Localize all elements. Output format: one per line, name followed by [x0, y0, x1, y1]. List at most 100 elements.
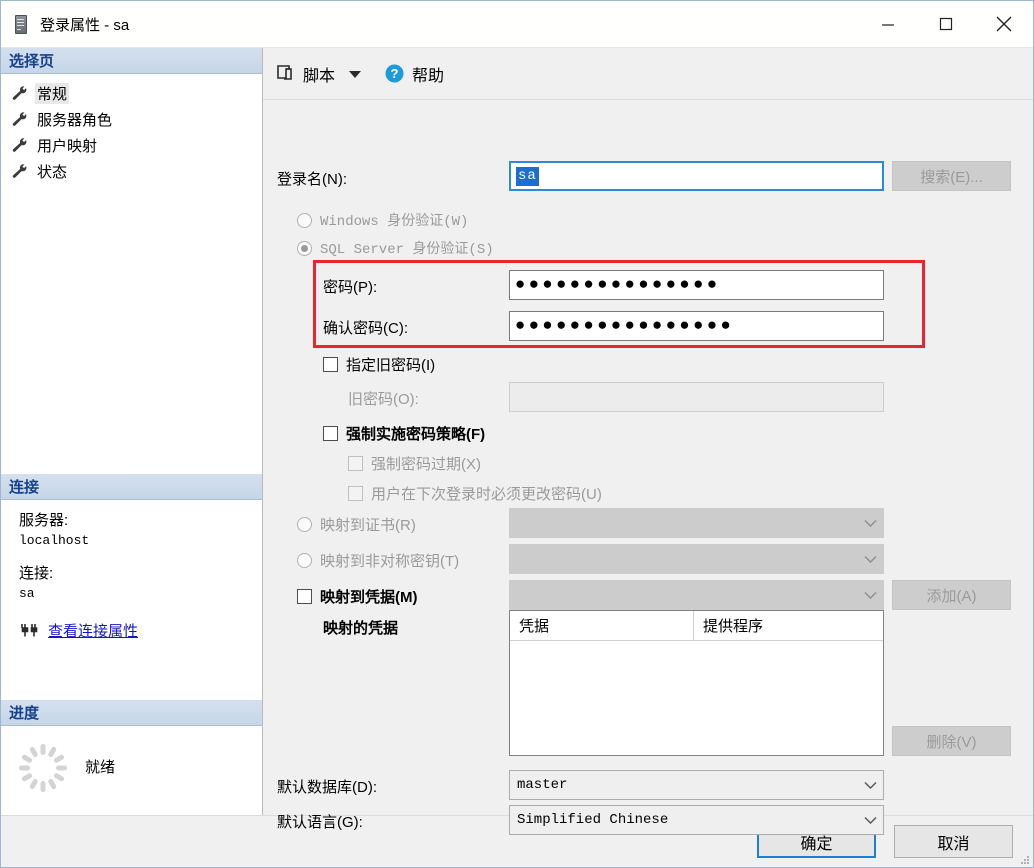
- map-certificate-radio[interactable]: [297, 517, 312, 532]
- chevron-down-icon: [864, 519, 877, 527]
- grid-col-credential: 凭据: [510, 611, 694, 640]
- map-credential-checkbox[interactable]: [297, 589, 312, 604]
- confirm-password-input[interactable]: ●●●●●●●●●●●●●●●●: [509, 311, 884, 341]
- windows-auth-radio[interactable]: [297, 212, 312, 228]
- old-password-input[interactable]: [509, 382, 884, 412]
- view-connection-properties-link[interactable]: 查看连接属性: [48, 620, 138, 641]
- sidebar-item-label: 用户映射: [37, 137, 98, 155]
- old-password-label-row: 旧密码(O):: [348, 388, 419, 409]
- enforce-expiration-row[interactable]: 强制密码过期(X): [348, 453, 481, 474]
- must-change-password-label: 用户在下次登录时必须更改密码(U): [371, 486, 602, 503]
- title-bar: 登录属性 - sa: [1, 1, 1033, 48]
- connection-value: sa: [19, 586, 35, 601]
- general-page-form: 登录名(N): sa 搜索(E)... Windows 身份验证(W) SQL …: [263, 100, 1033, 835]
- sidebar-item-server-roles[interactable]: 服务器角色: [1, 106, 262, 132]
- chevron-down-icon[interactable]: [349, 71, 362, 78]
- enforce-policy-row[interactable]: 强制实施密码策略(F): [323, 423, 485, 444]
- select-page-header: 选择页: [1, 48, 262, 74]
- chevron-down-icon: [864, 591, 877, 599]
- enforce-password-expiration-label: 强制密码过期(X): [371, 456, 481, 473]
- password-label-row: 密码(P):: [323, 276, 377, 297]
- main-panel: 脚本 ? 帮助 登录名(N): sa 搜索(E)... Windows 身份验证…: [263, 48, 1033, 835]
- mapped-credentials-grid[interactable]: 凭据 提供程序: [509, 610, 884, 756]
- login-properties-dialog: 登录属性 - sa 选择页 常规 服务器角色 用户映射 状态 连接 服务器: l…: [0, 0, 1034, 868]
- map-certificate-combo[interactable]: [509, 508, 884, 538]
- sidebar-item-label: 常规: [35, 82, 70, 104]
- sql-auth-label: SQL Server 身份验证(S): [320, 242, 494, 258]
- password-input[interactable]: ●●●●●●●●●●●●●●●: [509, 270, 884, 300]
- sidebar-item-status[interactable]: 状态: [1, 158, 262, 184]
- map-asymmetric-key-combo[interactable]: [509, 544, 884, 574]
- cancel-button[interactable]: 取消: [894, 825, 1013, 858]
- script-button[interactable]: 脚本: [275, 62, 362, 86]
- minimize-button[interactable]: [859, 1, 917, 48]
- toolbar: 脚本 ? 帮助: [263, 48, 1033, 100]
- search-button[interactable]: 搜索(E)...: [892, 161, 1011, 191]
- progress-header: 进度: [1, 700, 262, 726]
- login-name-label: 登录名(N):: [277, 171, 347, 188]
- confirm-password-label: 确认密码(C):: [323, 320, 408, 337]
- dialog-body: 选择页 常规 服务器角色 用户映射 状态 连接 服务器: localhost 连…: [1, 48, 1033, 835]
- map-certificate-row[interactable]: 映射到证书(R): [297, 514, 416, 535]
- script-label: 脚本: [303, 67, 336, 85]
- resize-grip-icon[interactable]: [1020, 855, 1030, 865]
- chevron-down-icon: [864, 816, 877, 824]
- password-value: ●●●●●●●●●●●●●●●: [515, 275, 721, 295]
- enforce-password-expiration-checkbox[interactable]: [348, 456, 363, 471]
- password-label: 密码(P):: [323, 279, 378, 296]
- progress-status: 就绪: [85, 759, 116, 776]
- sql-auth-radio[interactable]: [297, 240, 312, 256]
- maximize-button[interactable]: [917, 1, 975, 48]
- sidebar: 选择页 常规 服务器角色 用户映射 状态 连接 服务器: localhost 连…: [1, 48, 263, 815]
- sidebar-item-label: 服务器角色: [37, 111, 113, 129]
- window-controls: [859, 1, 1033, 48]
- specify-old-password-row[interactable]: 指定旧密码(I): [323, 354, 435, 375]
- map-asymmetric-key-row[interactable]: 映射到非对称密钥(T): [297, 550, 459, 571]
- map-certificate-label: 映射到证书(R): [320, 517, 416, 534]
- map-asymmetric-key-label: 映射到非对称密钥(T): [320, 553, 460, 570]
- map-credential-combo[interactable]: [509, 580, 884, 610]
- sidebar-item-user-mapping[interactable]: 用户映射: [1, 132, 262, 158]
- sql-auth-radio-row[interactable]: SQL Server 身份验证(S): [297, 238, 494, 258]
- grid-col-provider: 提供程序: [703, 618, 764, 635]
- default-language-combo[interactable]: Simplified Chinese: [509, 805, 884, 835]
- specify-old-password-checkbox[interactable]: [323, 357, 338, 372]
- login-name-label-row: 登录名(N):: [277, 168, 347, 189]
- windows-auth-label: Windows 身份验证(W): [320, 214, 469, 230]
- enforce-password-policy-label: 强制实施密码策略(F): [346, 426, 486, 443]
- chevron-down-icon: [864, 555, 877, 563]
- must-change-password-checkbox[interactable]: [348, 486, 363, 501]
- default-language-value: Simplified Chinese: [517, 812, 669, 828]
- svg-text:?: ?: [391, 66, 399, 81]
- page-list: 常规 服务器角色 用户映射 状态: [1, 74, 262, 474]
- enforce-password-policy-checkbox[interactable]: [323, 426, 338, 441]
- server-label: 服务器:: [19, 512, 69, 529]
- confirm-password-value: ●●●●●●●●●●●●●●●●: [515, 316, 735, 336]
- remove-credential-button[interactable]: 删除(V): [892, 726, 1011, 756]
- wrench-icon: [12, 138, 27, 152]
- mapped-credentials-label: 映射的凭据: [323, 620, 399, 637]
- add-credential-button[interactable]: 添加(A): [892, 580, 1011, 610]
- map-credential-row[interactable]: 映射到凭据(M): [297, 586, 418, 607]
- default-database-combo[interactable]: master: [509, 770, 884, 800]
- plug-icon: [21, 624, 38, 637]
- old-password-label: 旧密码(O):: [348, 391, 419, 408]
- close-button[interactable]: [975, 1, 1033, 48]
- must-change-row[interactable]: 用户在下次登录时必须更改密码(U): [348, 483, 602, 504]
- default-database-label-row: 默认数据库(D):: [277, 776, 377, 797]
- mapped-credentials-label-row: 映射的凭据: [323, 617, 398, 638]
- help-button[interactable]: ? 帮助: [385, 62, 444, 86]
- login-name-input[interactable]: sa: [509, 161, 884, 191]
- chevron-down-icon: [864, 781, 877, 789]
- wrench-icon: [12, 86, 27, 100]
- default-language-label-row: 默认语言(G):: [277, 811, 363, 832]
- help-label: 帮助: [412, 67, 445, 85]
- sidebar-item-general[interactable]: 常规: [1, 80, 262, 106]
- map-credential-label: 映射到凭据(M): [320, 589, 418, 606]
- progress-info: 就绪: [1, 726, 262, 815]
- login-name-value: sa: [516, 166, 539, 186]
- default-language-label: 默认语言(G):: [277, 814, 363, 831]
- window-title: 登录属性 - sa: [40, 16, 130, 34]
- windows-auth-radio-row[interactable]: Windows 身份验证(W): [297, 210, 468, 230]
- map-asymmetric-key-radio[interactable]: [297, 553, 312, 568]
